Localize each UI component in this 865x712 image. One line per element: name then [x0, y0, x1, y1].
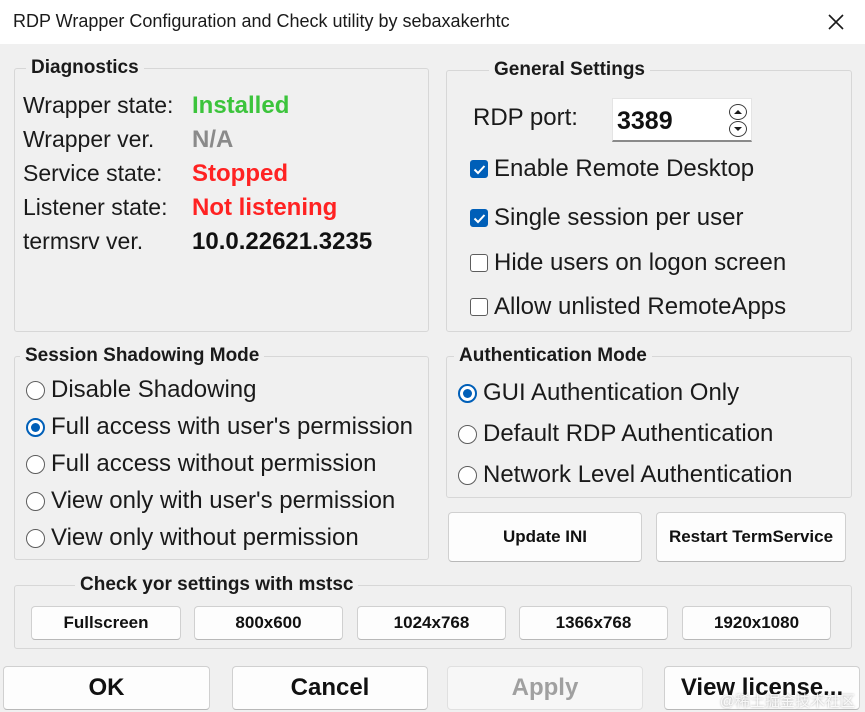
enable-remote-desktop-label: Enable Remote Desktop [494, 155, 755, 182]
enable-remote-desktop-option[interactable]: Enable Remote Desktop [470, 155, 754, 183]
chevron-up-icon [734, 110, 742, 114]
shadow-option-disable[interactable]: Disable Shadowing [26, 376, 256, 404]
wrapper-version-value: N/A [192, 126, 234, 153]
shadow-full-with-permission-radio[interactable] [26, 417, 45, 437]
update-ini-button[interactable]: Update INI [448, 512, 642, 562]
port-decrement-button[interactable] [729, 121, 747, 137]
shadow-full-without-permission-label: Full access without permission [51, 450, 377, 477]
auth-option-nla[interactable]: Network Level Authentication [458, 461, 793, 489]
general-settings-legend: General Settings [489, 59, 650, 81]
restart-termservice-button[interactable]: Restart TermService [656, 512, 846, 562]
mstsc-1024x768-button[interactable]: 1024x768 [357, 606, 506, 640]
port-increment-button[interactable] [729, 104, 747, 120]
service-state-value: Stopped [192, 160, 288, 187]
checkmark-icon [473, 213, 485, 223]
watermark: @稀土掘金技术社区 [719, 693, 855, 710]
shadow-full-with-permission-label: Full access with user's permission [51, 413, 414, 440]
single-session-checkbox[interactable] [470, 209, 488, 227]
close-icon [828, 14, 844, 30]
close-button[interactable] [807, 0, 865, 44]
ok-button[interactable]: OK [3, 666, 210, 710]
listener-state-value: Not listening [192, 194, 338, 221]
allow-unlisted-label: Allow unlisted RemoteApps [494, 293, 787, 320]
shadow-view-with-permission-radio[interactable] [26, 491, 45, 511]
window-title: RDP Wrapper Configuration and Check util… [13, 11, 510, 31]
auth-nla-label: Network Level Authentication [483, 461, 793, 488]
rdp-port-label: RDP port: [473, 104, 578, 131]
wrapper-state-value: Installed [192, 92, 290, 119]
chevron-down-icon [734, 127, 742, 131]
shadow-full-without-permission-radio[interactable] [26, 454, 45, 474]
apply-button[interactable]: Apply [447, 666, 643, 710]
allow-unlisted-option[interactable]: Allow unlisted RemoteApps [470, 293, 786, 321]
wrapper-state-label: Wrapper state: [23, 92, 174, 118]
shadow-disable-radio[interactable] [26, 380, 45, 400]
auth-gui-label: GUI Authentication Only [483, 379, 740, 406]
shadow-disable-label: Disable Shadowing [51, 376, 257, 403]
mstsc-800x600-button[interactable]: 800x600 [194, 606, 343, 640]
auth-gui-radio[interactable] [458, 383, 477, 403]
shadow-view-without-permission-radio[interactable] [26, 528, 45, 548]
listener-state-label: Listener state: [23, 194, 168, 220]
termsrv-version-label: termsrv ver. [23, 228, 144, 254]
mstsc-fullscreen-button[interactable]: Fullscreen [31, 606, 181, 640]
shadowing-legend: Session Shadowing Mode [20, 345, 265, 367]
hide-users-label: Hide users on logon screen [494, 249, 787, 276]
shadow-option-full-without-permission[interactable]: Full access without permission [26, 450, 376, 478]
wrapper-version-label: Wrapper ver. [23, 126, 155, 152]
mstsc-1366x768-button[interactable]: 1366x768 [519, 606, 668, 640]
mstsc-legend: Check yor settings with mstsc [75, 574, 359, 596]
auth-option-gui[interactable]: GUI Authentication Only [458, 379, 739, 407]
shadow-option-full-with-permission[interactable]: Full access with user's permission [26, 413, 413, 441]
hide-users-checkbox[interactable] [470, 254, 488, 272]
cancel-button[interactable]: Cancel [232, 666, 428, 710]
mstsc-1920x1080-button[interactable]: 1920x1080 [682, 606, 831, 640]
termsrv-version-value: 10.0.22621.3235 [192, 228, 373, 255]
checkmark-icon [473, 164, 485, 174]
shadow-view-without-permission-label: View only without permission [51, 524, 359, 551]
shadow-view-with-permission-label: View only with user's permission [51, 487, 396, 514]
service-state-label: Service state: [23, 160, 163, 186]
authentication-legend: Authentication Mode [454, 345, 652, 367]
auth-nla-radio[interactable] [458, 465, 477, 485]
auth-option-default-rdp[interactable]: Default RDP Authentication [458, 420, 773, 448]
rdp-port-value: 3389 [617, 107, 673, 135]
diagnostics-legend: Diagnostics [26, 57, 144, 79]
allow-unlisted-checkbox[interactable] [470, 298, 488, 316]
shadow-option-view-with-permission[interactable]: View only with user's permission [26, 487, 395, 515]
shadow-option-view-without-permission[interactable]: View only without permission [26, 524, 359, 552]
single-session-label: Single session per user [494, 204, 744, 231]
rdp-port-input[interactable]: 3389 [612, 98, 752, 142]
auth-default-rdp-radio[interactable] [458, 424, 477, 444]
hide-users-option[interactable]: Hide users on logon screen [470, 249, 786, 277]
auth-default-rdp-label: Default RDP Authentication [483, 420, 774, 447]
single-session-option[interactable]: Single session per user [470, 204, 743, 232]
enable-remote-desktop-checkbox[interactable] [470, 160, 488, 178]
title-bar: RDP Wrapper Configuration and Check util… [0, 0, 865, 44]
dialog-client-area: Diagnostics Wrapper state: Installed Wra… [0, 44, 865, 712]
